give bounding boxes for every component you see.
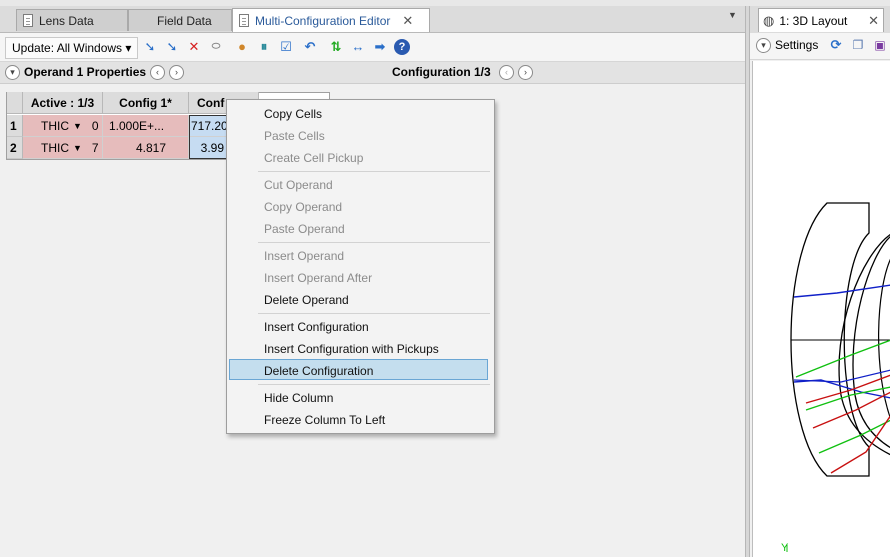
globe-icon: ◍: [763, 12, 775, 28]
operand-type-cell[interactable]: THIC ▼ 7: [23, 137, 103, 159]
column-header-active[interactable]: Active : 1/3: [23, 92, 103, 114]
help-icon[interactable]: ?: [394, 39, 410, 55]
tab-label: Lens Data: [39, 13, 94, 28]
pane-splitter[interactable]: [745, 6, 750, 557]
column-header-config-1[interactable]: Config 1*: [103, 92, 189, 114]
next-configuration-icon[interactable]: ›: [518, 65, 533, 80]
menu-item-delete-operand[interactable]: Delete Operand: [264, 292, 349, 308]
operand-type: THIC: [41, 118, 69, 133]
ellipse-icon[interactable]: ⬭: [208, 39, 224, 55]
lens-layout-drawing: [786, 202, 890, 552]
editor-tab-bar: Lens Data Field Data Multi-Configuration…: [0, 6, 745, 33]
close-icon[interactable]: ✕: [402, 13, 413, 29]
insert-operand-icon[interactable]: ➘: [142, 39, 158, 55]
pause-icon[interactable]: ⏸: [256, 39, 272, 55]
operand-type-cell[interactable]: THIC ▼ 0: [23, 115, 103, 137]
check-chart-icon[interactable]: ☑: [278, 39, 294, 55]
menu-item-cut-operand[interactable]: Cut Operand: [264, 177, 333, 193]
axis-label-y: Y: [781, 542, 789, 554]
menu-separator: [258, 313, 490, 314]
menu-separator: [258, 242, 490, 243]
dropdown-arrow-icon[interactable]: ▼: [73, 143, 82, 153]
previous-configuration-icon[interactable]: ‹: [499, 65, 514, 80]
menu-item-copy-cells[interactable]: Copy Cells: [264, 106, 322, 122]
grid-corner: [7, 92, 23, 114]
save-icon[interactable]: ▣: [872, 37, 888, 53]
menu-item-insert-operand[interactable]: Insert Operand: [264, 248, 344, 264]
menu-item-create-cell-pickup[interactable]: Create Cell Pickup: [264, 150, 363, 166]
tab-lens-data[interactable]: Lens Data: [16, 9, 128, 31]
selection-outline: [189, 115, 227, 159]
refresh-icon[interactable]: ⟳: [828, 37, 844, 53]
chevron-down-icon[interactable]: ▾: [5, 65, 20, 80]
swap-icon[interactable]: ⇅: [328, 39, 344, 55]
config-1-cell[interactable]: 4.817: [103, 137, 189, 159]
operand-param: 7: [91, 140, 99, 155]
menu-item-paste-cells[interactable]: Paste Cells: [264, 128, 325, 144]
operand-properties-label[interactable]: Operand 1 Properties: [24, 65, 146, 79]
menu-item-delete-configuration[interactable]: Delete Configuration: [264, 363, 373, 379]
previous-operand-icon[interactable]: ‹: [150, 65, 165, 80]
row-header[interactable]: 1: [7, 115, 23, 137]
tab-label: 1: 3D Layout: [779, 13, 848, 28]
update-label: Update: All Windows ▾: [12, 41, 132, 55]
insert-operand-after-icon[interactable]: ➘: [164, 39, 180, 55]
update-windows-dropdown[interactable]: Update: All Windows ▾: [5, 37, 139, 59]
menu-item-insert-configuration[interactable]: Insert Configuration: [264, 319, 369, 335]
menu-separator: [258, 171, 490, 172]
menu-item-freeze-column-to-left[interactable]: Freeze Column To Left: [264, 412, 385, 428]
operand-param: 0: [91, 118, 99, 133]
operand-type: THIC: [41, 140, 69, 155]
expand-horizontal-icon[interactable]: ↔: [348, 39, 368, 55]
layout-canvas[interactable]: Y: [752, 61, 890, 557]
delete-operand-icon[interactable]: ✕: [186, 39, 202, 55]
close-icon[interactable]: ✕: [868, 13, 879, 29]
layout-toolbar: [750, 33, 890, 60]
menu-item-insert-configuration-with-pickups[interactable]: Insert Configuration with Pickups: [264, 341, 439, 357]
configuration-label: Configuration 1/3: [392, 65, 491, 79]
dropdown-arrow-icon[interactable]: ▼: [73, 121, 82, 131]
configuration-icon[interactable]: ●: [234, 39, 250, 55]
tab-list-dropdown-icon[interactable]: ▼: [728, 10, 737, 20]
tab-label: Field Data: [157, 13, 212, 28]
menu-item-copy-operand[interactable]: Copy Operand: [264, 199, 342, 215]
settings-label[interactable]: Settings: [775, 38, 818, 52]
undo-icon[interactable]: ↶: [302, 39, 318, 55]
menu-item-hide-column[interactable]: Hide Column: [264, 390, 333, 406]
tab-field-data[interactable]: Field Data: [128, 9, 232, 31]
chevron-down-icon[interactable]: ▾: [756, 38, 771, 53]
copy-icon[interactable]: ❐: [850, 37, 866, 53]
next-operand-icon[interactable]: ›: [169, 65, 184, 80]
menu-separator: [258, 384, 490, 385]
menu-item-insert-operand-after[interactable]: Insert Operand After: [264, 270, 372, 286]
tab-multi-configuration-editor[interactable]: Multi-Configuration Editor ✕: [232, 8, 430, 32]
config-1-cell[interactable]: 1.000E+...: [103, 115, 189, 137]
next-arrow-icon[interactable]: ➡: [372, 39, 388, 55]
tab-label: Multi-Configuration Editor: [255, 13, 391, 28]
document-icon: [239, 14, 249, 27]
document-icon: [23, 14, 33, 27]
tab-3d-layout[interactable]: ◍ 1: 3D Layout ✕: [758, 8, 884, 32]
menu-item-paste-operand[interactable]: Paste Operand: [264, 221, 345, 237]
row-header[interactable]: 2: [7, 137, 23, 159]
